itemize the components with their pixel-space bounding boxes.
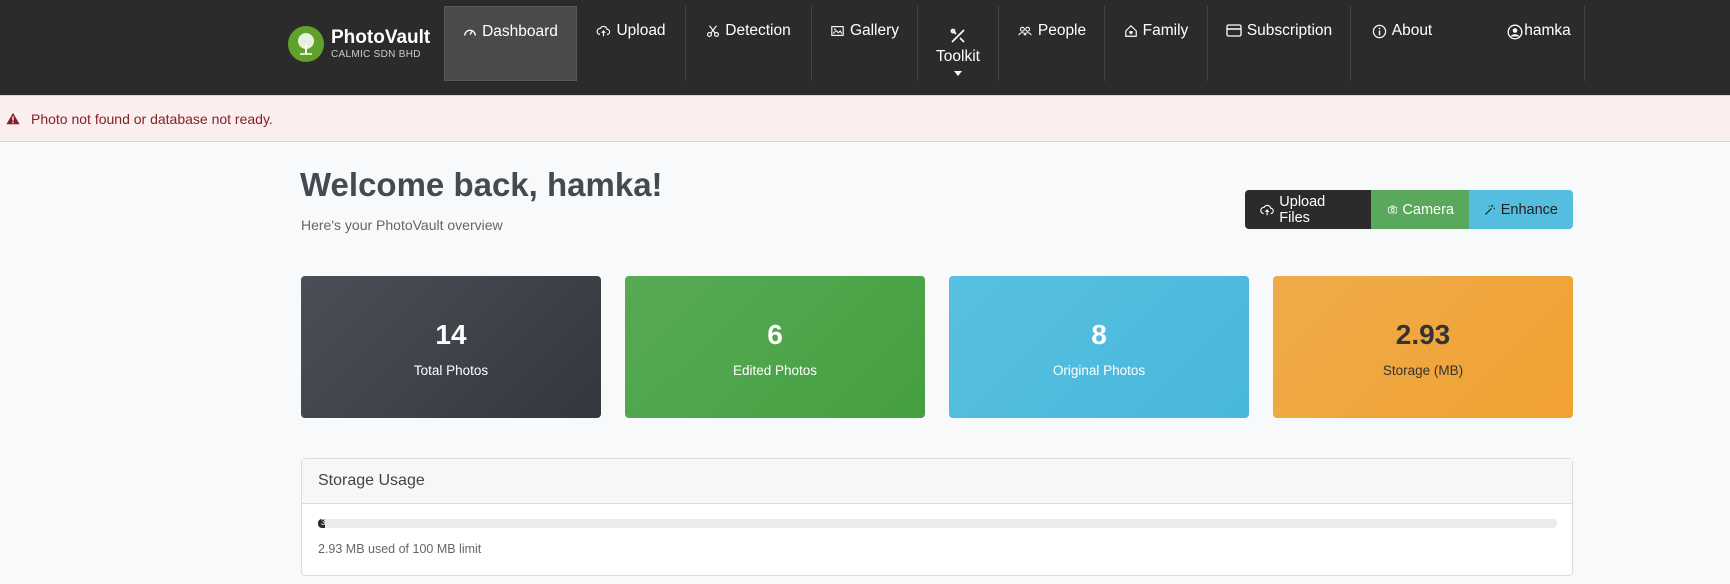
stat-value: 14 — [435, 318, 467, 350]
nav-family[interactable]: Family — [1105, 6, 1208, 81]
stat-label: Total Photos — [413, 362, 489, 378]
upload-files-button[interactable]: Upload Files — [1245, 190, 1371, 229]
stat-card-edited-photos: 6 Edited Photos — [625, 276, 925, 418]
nav-upload-label: Upload — [616, 22, 666, 39]
house-heart-icon — [1124, 24, 1137, 37]
camera-button[interactable]: Camera — [1371, 190, 1469, 229]
navbar: PhotoVault CALMIC SDN BHD Dashboard Uplo… — [0, 0, 1730, 95]
brand[interactable]: PhotoVault CALMIC SDN BHD — [288, 26, 430, 62]
caret-down-icon — [954, 70, 962, 76]
alert-message: Photo not found or database not ready. — [31, 110, 273, 127]
nav-subscription-label: Subscription — [1246, 22, 1333, 39]
nav-detection-label: Detection — [725, 22, 791, 39]
enhance-label: Enhance — [1500, 201, 1558, 218]
nav-user-label: hamka — [1524, 22, 1571, 39]
nav-dashboard[interactable]: Dashboard — [444, 6, 577, 81]
stat-card-storage: 2.93 Storage (MB) — [1273, 276, 1573, 418]
nav-about-label: About — [1391, 22, 1433, 39]
page-subtitle: Here's your PhotoVault overview — [301, 217, 503, 233]
storage-progress-bar — [318, 519, 1557, 528]
storage-usage-panel: Storage Usage 3 2.93 MB used of 100 MB l… — [301, 458, 1573, 576]
nav-upload[interactable]: Upload — [577, 6, 686, 81]
magic-wand-icon — [1485, 204, 1496, 215]
speedometer-icon — [464, 29, 476, 36]
storage-percent-label: 3 — [321, 518, 326, 527]
tree-logo-icon — [288, 26, 324, 62]
quick-actions: Upload Files Camera Enhance — [1245, 190, 1573, 229]
nav-subscription[interactable]: Subscription — [1208, 6, 1351, 81]
camera-icon — [1388, 205, 1398, 214]
nav-people-label: People — [1037, 22, 1087, 39]
nav-people[interactable]: People — [999, 6, 1105, 81]
stat-label: Storage (MB) — [1382, 362, 1464, 378]
people-icon — [1018, 26, 1032, 36]
tools-icon — [950, 28, 965, 43]
stat-card-total-photos: 14 Total Photos — [301, 276, 601, 418]
info-circle-icon — [1372, 24, 1386, 39]
stat-value: 6 — [767, 318, 783, 350]
person-circle-icon — [1507, 24, 1523, 40]
stat-value: 2.93 — [1395, 318, 1451, 350]
nav-dashboard-label: Dashboard — [482, 23, 558, 40]
nav-user-menu[interactable]: hamka — [1494, 6, 1585, 81]
stat-card-original-photos: 8 Original Photos — [949, 276, 1249, 418]
cloud-upload-icon — [1260, 204, 1274, 215]
page-title: Welcome back, hamka! — [300, 166, 663, 203]
warning-triangle-icon — [6, 112, 20, 125]
brand-company: CALMIC SDN BHD — [331, 48, 421, 60]
nav-gallery[interactable]: Gallery — [812, 6, 918, 81]
stat-label: Edited Photos — [732, 362, 818, 378]
nav-toolkit-dropdown[interactable]: Toolkit — [918, 6, 999, 81]
camera-label: Camera — [1402, 201, 1454, 218]
nav-about[interactable]: About — [1351, 6, 1453, 81]
scissors-icon — [707, 25, 720, 37]
upload-files-label: Upload Files — [1279, 193, 1326, 226]
error-alert: Photo not found or database not ready. — [0, 95, 1730, 142]
stat-value: 8 — [1091, 318, 1107, 350]
nav-family-label: Family — [1142, 22, 1189, 39]
cloud-upload-icon — [597, 25, 611, 37]
nav-toolkit-label: Toolkit — [936, 47, 980, 65]
credit-card-icon — [1226, 24, 1242, 37]
brand-name: PhotoVault — [331, 26, 431, 48]
images-icon — [831, 26, 844, 36]
panel-title: Storage Usage — [302, 459, 1572, 504]
stat-label: Original Photos — [1052, 362, 1146, 378]
nav-gallery-label: Gallery — [849, 22, 900, 39]
storage-usage-text: 2.93 MB used of 100 MB limit — [318, 542, 482, 556]
nav-detection[interactable]: Detection — [686, 6, 812, 81]
enhance-button[interactable]: Enhance — [1469, 190, 1573, 229]
